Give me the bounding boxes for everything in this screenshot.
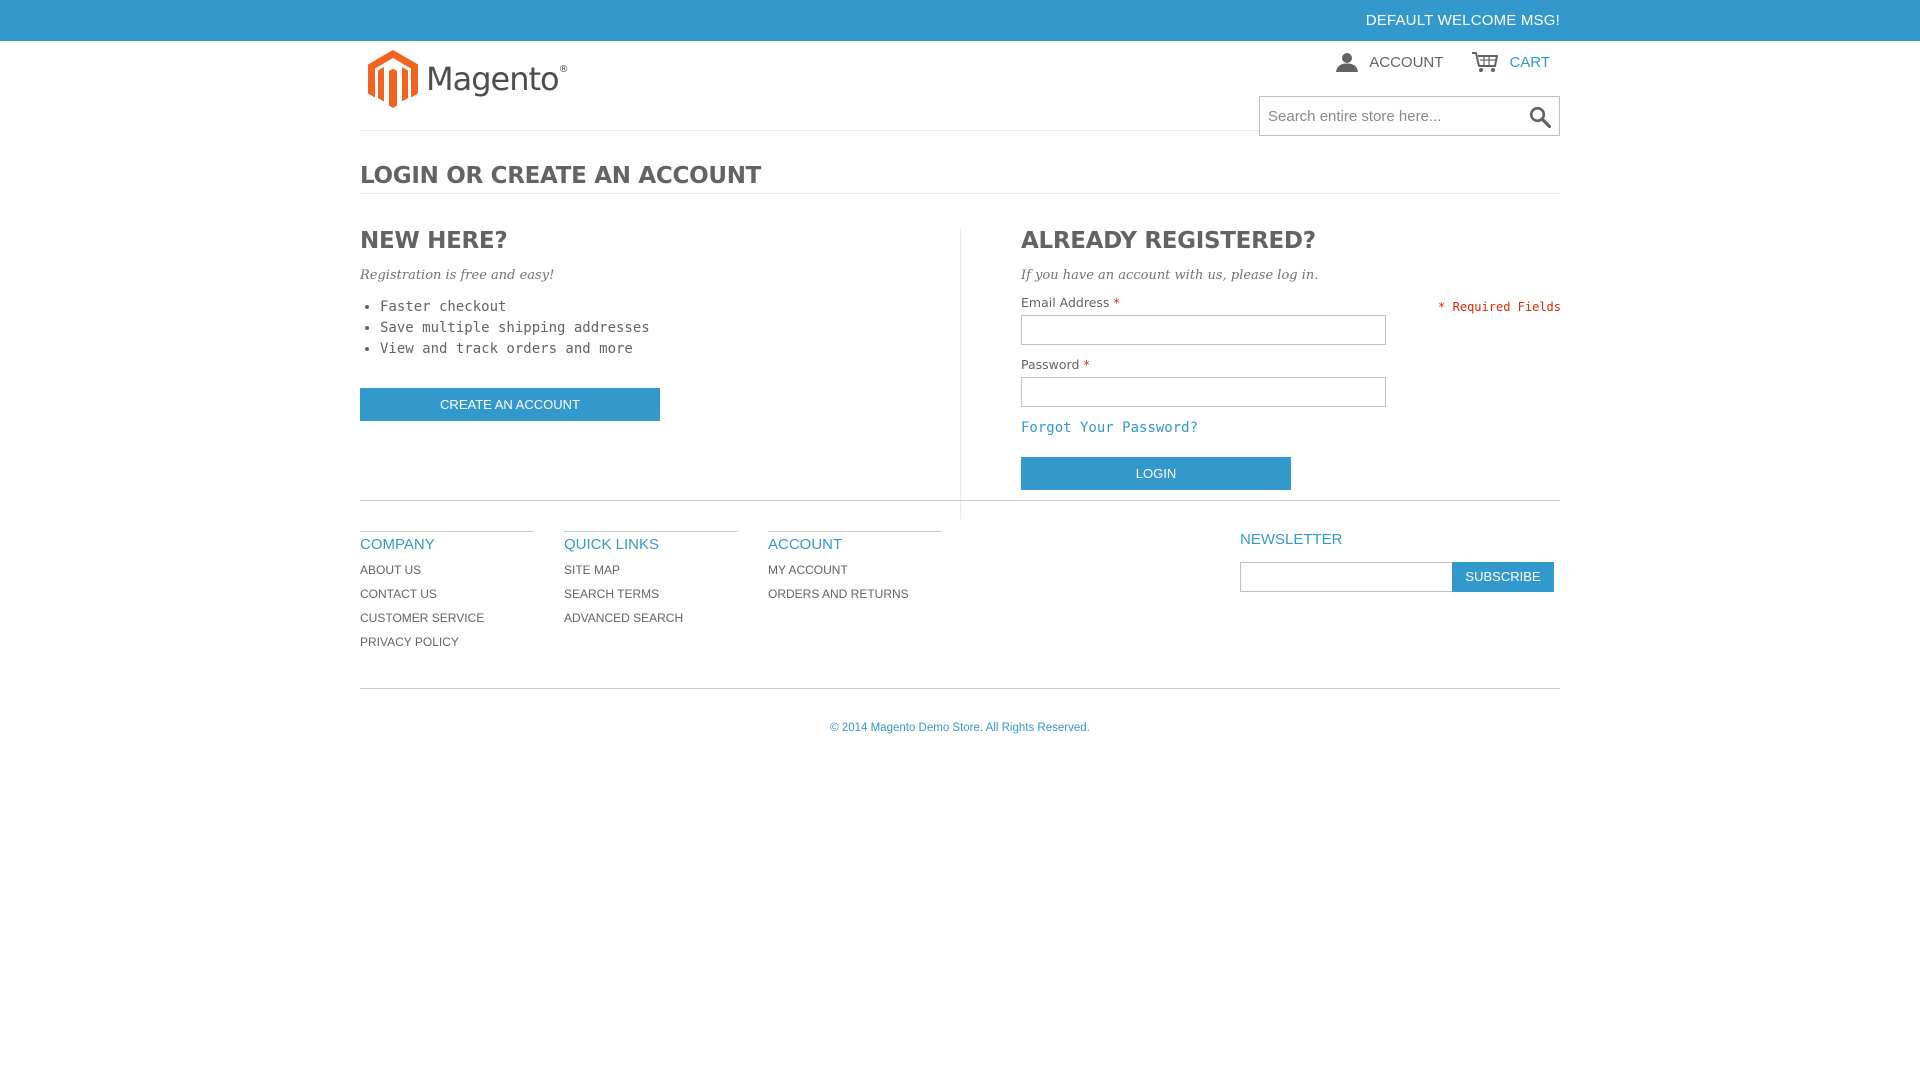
footer-link-advanced-search[interactable]: ADVANCED SEARCH xyxy=(564,611,738,635)
newsletter: NEWSLETTER SUBSCRIBE xyxy=(1240,531,1554,592)
login-button[interactable]: LOGIN xyxy=(1021,457,1291,490)
required-star: * xyxy=(1113,295,1120,310)
newsletter-title: NEWSLETTER xyxy=(1240,531,1343,548)
email-field[interactable] xyxy=(1021,315,1386,345)
footer-column-quick-links: QUICK LINKS SITE MAP SEARCH TERMS ADVANC… xyxy=(564,531,738,635)
required-star: * xyxy=(1083,357,1090,372)
welcome-message: DEFAULT WELCOME MSG! xyxy=(1365,12,1560,29)
logo-text: Magento® xyxy=(426,60,569,98)
page-title: LOGIN OR CREATE AN ACCOUNT xyxy=(360,163,1560,194)
header-links: ACCOUNT CART xyxy=(1335,51,1550,73)
footer-link-customer-service[interactable]: CUSTOMER SERVICE xyxy=(360,611,534,635)
top-bar: DEFAULT WELCOME MSG! xyxy=(0,0,1920,41)
required-fields-note: * Required Fields xyxy=(1438,300,1561,314)
benefit-item: Save multiple shipping addresses xyxy=(380,318,960,339)
login-title: ALREADY REGISTERED? xyxy=(1021,228,1316,254)
benefit-item: Faster checkout xyxy=(380,297,960,318)
footer-link-search-terms[interactable]: SEARCH TERMS xyxy=(564,587,738,611)
footer-link-contact-us[interactable]: CONTACT US xyxy=(360,587,534,611)
footer-link-my-account[interactable]: MY ACCOUNT xyxy=(768,563,942,587)
search-input[interactable] xyxy=(1260,97,1510,135)
search-box xyxy=(1259,96,1560,136)
password-field[interactable] xyxy=(1021,377,1386,407)
subscribe-button[interactable]: SUBSCRIBE xyxy=(1452,562,1554,592)
create-account-button[interactable]: CREATE AN ACCOUNT xyxy=(360,388,660,421)
newsletter-email-input[interactable] xyxy=(1240,562,1452,592)
header: Magento® ACCOUNT CART xyxy=(360,41,1560,136)
account-link[interactable]: ACCOUNT xyxy=(1335,52,1443,72)
logo[interactable]: Magento® xyxy=(368,50,569,108)
benefit-list: Faster checkout Save multiple shipping a… xyxy=(360,297,960,360)
copyright-text: © 2014 Magento Demo Store. All Rights Re… xyxy=(830,722,1090,734)
newsletter-form: SUBSCRIBE xyxy=(1240,562,1554,592)
footer-column-company: COMPANY ABOUT US CONTACT US CUSTOMER SER… xyxy=(360,531,534,659)
footer-link-orders-and-returns[interactable]: ORDERS AND RETURNS xyxy=(768,587,942,611)
column-divider xyxy=(960,229,961,519)
footer-column-title: ACCOUNT xyxy=(768,531,942,553)
user-icon xyxy=(1336,53,1359,72)
benefit-item: View and track orders and more xyxy=(380,339,960,360)
new-customer-subtitle: Registration is free and easy! xyxy=(360,268,555,283)
footer-column-title: QUICK LINKS xyxy=(564,531,738,553)
account-columns: NEW HERE? Registration is free and easy!… xyxy=(360,194,1561,519)
cart-label: CART xyxy=(1509,53,1550,71)
search-icon[interactable] xyxy=(1529,106,1551,128)
login-subtitle: If you have an account with us, please l… xyxy=(1021,268,1319,283)
forgot-password-link[interactable]: Forgot Your Password? xyxy=(1021,420,1561,436)
new-customer-title: NEW HERE? xyxy=(360,228,508,254)
login-section: ALREADY REGISTERED? If you have an accou… xyxy=(1021,228,1561,490)
footer-link-about-us[interactable]: ABOUT US xyxy=(360,563,534,587)
copyright-bar: © 2014 Magento Demo Store. All Rights Re… xyxy=(360,688,1560,748)
footer-column-account: ACCOUNT MY ACCOUNT ORDERS AND RETURNS xyxy=(768,531,942,611)
magento-logo-icon xyxy=(368,50,418,108)
footer-link-privacy-policy[interactable]: PRIVACY POLICY xyxy=(360,635,534,659)
password-label: Password * xyxy=(1021,357,1090,372)
cart-link[interactable]: CART xyxy=(1471,51,1550,73)
footer: COMPANY ABOUT US CONTACT US CUSTOMER SER… xyxy=(360,500,1560,688)
page-container: Magento® ACCOUNT CART Search entire stor… xyxy=(360,41,1561,748)
cart-icon xyxy=(1472,52,1499,72)
footer-column-title: COMPANY xyxy=(360,531,534,553)
new-customer-section: NEW HERE? Registration is free and easy!… xyxy=(360,228,960,421)
footer-link-site-map[interactable]: SITE MAP xyxy=(564,563,738,587)
account-label: ACCOUNT xyxy=(1369,53,1444,71)
